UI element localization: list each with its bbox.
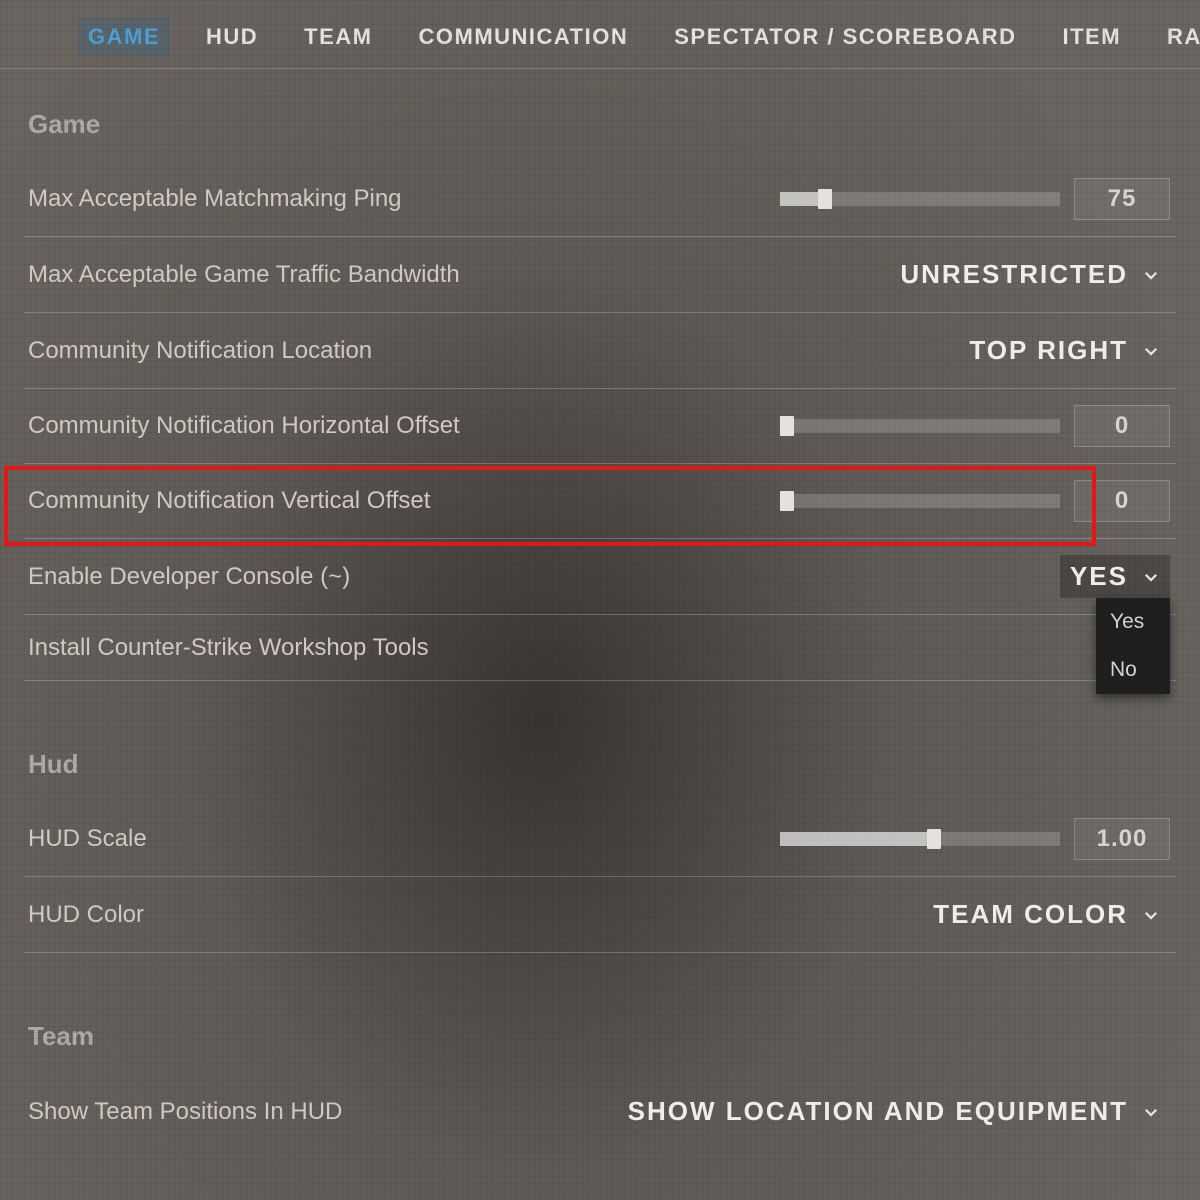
tab-radar[interactable]: RADAR	[1157, 18, 1200, 56]
row-traffic-bandwidth: Max Acceptable Game Traffic Bandwidth UN…	[24, 237, 1176, 313]
row-hud-scale: HUD Scale 1.00	[24, 802, 1176, 877]
slider-matchmaking-ping[interactable]	[780, 192, 1060, 206]
slider-notification-h-offset[interactable]	[780, 419, 1060, 433]
select-hud-color[interactable]: TEAM COLOR	[923, 893, 1170, 936]
select-developer-console[interactable]: YES Yes No	[1060, 555, 1170, 598]
settings-panel: Game Max Acceptable Matchmaking Ping 75 …	[0, 105, 1200, 1149]
label-notification-v-offset: Community Notification Vertical Offset	[28, 487, 430, 515]
dropdown-developer-console: Yes No	[1096, 598, 1170, 694]
label-hud-scale: HUD Scale	[28, 825, 147, 853]
label-developer-console: Enable Developer Console (~)	[28, 563, 350, 591]
label-notification-location: Community Notification Location	[28, 337, 372, 365]
label-notification-h-offset: Community Notification Horizontal Offset	[28, 412, 460, 440]
row-matchmaking-ping: Max Acceptable Matchmaking Ping 75	[24, 162, 1176, 237]
value-traffic-bandwidth: UNRESTRICTED	[900, 259, 1128, 290]
value-team-positions: SHOW LOCATION AND EQUIPMENT	[628, 1096, 1128, 1127]
tab-game[interactable]: GAME	[78, 18, 170, 56]
section-title-game: Game	[24, 105, 1176, 162]
chevron-down-icon	[1142, 266, 1160, 284]
row-notification-v-offset: Community Notification Vertical Offset 0	[24, 464, 1176, 539]
label-hud-color: HUD Color	[28, 901, 144, 929]
tab-hud[interactable]: HUD	[196, 18, 268, 56]
tab-item[interactable]: ITEM	[1052, 18, 1131, 56]
value-developer-console: YES	[1070, 561, 1128, 592]
label-team-positions: Show Team Positions In HUD	[28, 1098, 342, 1126]
tab-communication[interactable]: COMMUNICATION	[409, 18, 639, 56]
section-title-hud: Hud	[24, 745, 1176, 802]
select-team-positions[interactable]: SHOW LOCATION AND EQUIPMENT	[618, 1090, 1170, 1133]
settings-tabs: GAME HUD TEAM COMMUNICATION SPECTATOR / …	[0, 0, 1200, 69]
tab-team[interactable]: TEAM	[294, 18, 382, 56]
label-traffic-bandwidth: Max Acceptable Game Traffic Bandwidth	[28, 261, 460, 289]
value-hud-scale[interactable]: 1.00	[1074, 818, 1170, 860]
section-title-team: Team	[24, 1017, 1176, 1074]
slider-notification-v-offset[interactable]	[780, 494, 1060, 508]
select-traffic-bandwidth[interactable]: UNRESTRICTED	[890, 253, 1170, 296]
row-notification-location: Community Notification Location TOP RIGH…	[24, 313, 1176, 389]
dropdown-option-no[interactable]: No	[1096, 646, 1170, 694]
label-matchmaking-ping: Max Acceptable Matchmaking Ping	[28, 185, 402, 213]
tab-spectator-scoreboard[interactable]: SPECTATOR / SCOREBOARD	[664, 18, 1026, 56]
chevron-down-icon	[1142, 1103, 1160, 1121]
chevron-down-icon	[1142, 568, 1160, 586]
value-notification-location: TOP RIGHT	[969, 335, 1128, 366]
dropdown-option-yes[interactable]: Yes	[1096, 598, 1170, 646]
chevron-down-icon	[1142, 906, 1160, 924]
row-hud-color: HUD Color TEAM COLOR	[24, 877, 1176, 953]
row-developer-console: Enable Developer Console (~) YES Yes No	[24, 539, 1176, 615]
value-hud-color: TEAM COLOR	[933, 899, 1128, 930]
row-workshop-tools: Install Counter-Strike Workshop Tools	[24, 615, 1176, 681]
row-notification-h-offset: Community Notification Horizontal Offset…	[24, 389, 1176, 464]
slider-hud-scale[interactable]	[780, 832, 1060, 846]
value-matchmaking-ping[interactable]: 75	[1074, 178, 1170, 220]
label-workshop-tools: Install Counter-Strike Workshop Tools	[28, 634, 429, 662]
row-team-positions: Show Team Positions In HUD SHOW LOCATION…	[24, 1074, 1176, 1149]
value-notification-h-offset[interactable]: 0	[1074, 405, 1170, 447]
select-notification-location[interactable]: TOP RIGHT	[959, 329, 1170, 372]
value-notification-v-offset[interactable]: 0	[1074, 480, 1170, 522]
chevron-down-icon	[1142, 342, 1160, 360]
